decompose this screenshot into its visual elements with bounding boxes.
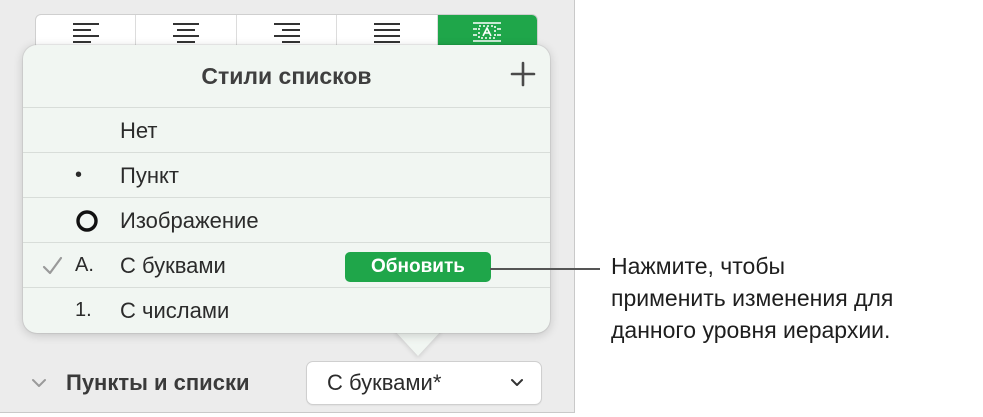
checkmark-icon xyxy=(42,256,63,275)
align-center-button[interactable] xyxy=(136,15,237,49)
callout-line xyxy=(490,268,600,270)
justify-button[interactable] xyxy=(337,15,438,49)
update-button[interactable]: Обновить xyxy=(345,252,491,282)
select-chevron-icon xyxy=(511,379,523,386)
list-styles-popover: Стили списков Нет • Пункт Изображение A.… xyxy=(23,45,550,333)
list-style-item-lettered[interactable]: A. С буквами Обновить xyxy=(23,242,550,287)
align-right-button[interactable] xyxy=(237,15,338,49)
list-style-item-none[interactable]: Нет xyxy=(23,107,550,152)
number-marker: 1. xyxy=(75,299,92,321)
plus-icon[interactable] xyxy=(508,59,538,89)
popover-title: Стили списков xyxy=(201,62,372,89)
format-sidebar: Стили списков Нет • Пункт Изображение A.… xyxy=(0,0,575,413)
align-right-icon xyxy=(273,23,300,43)
align-left-button[interactable] xyxy=(36,15,137,49)
list-style-select[interactable]: С буквами* xyxy=(306,361,542,405)
list-style-button[interactable] xyxy=(437,15,537,49)
letter-marker: A. xyxy=(75,254,94,276)
align-left-icon xyxy=(72,23,99,43)
bullet-marker: • xyxy=(75,164,83,186)
list-style-item-numbered[interactable]: 1. С числами xyxy=(23,287,550,332)
item-label: С буквами xyxy=(120,253,226,278)
callout-line-3: данного уровня иерархии. xyxy=(611,317,891,343)
callout-line-2: применить изменения для xyxy=(611,285,894,311)
callout-line-1: Нажмите, чтобы xyxy=(611,253,786,279)
circle-image-icon xyxy=(76,210,98,232)
selected-style: С буквами* xyxy=(327,370,442,395)
item-label: Пункт xyxy=(120,163,179,188)
item-label: С числами xyxy=(120,298,230,323)
align-center-icon xyxy=(173,23,200,43)
item-label: Изображение xyxy=(120,208,259,233)
list-style-item-image[interactable]: Изображение xyxy=(23,197,550,242)
callout-text: Нажмите, чтобы применить изменения для д… xyxy=(611,250,976,346)
item-label: Нет xyxy=(120,118,158,143)
list-style-item-bullet[interactable]: • Пункт xyxy=(23,152,550,197)
item-marker xyxy=(67,108,117,153)
justify-icon xyxy=(373,23,400,43)
chevron-down-icon[interactable] xyxy=(30,374,48,392)
bullets-and-lists-label: Пункты и списки xyxy=(66,370,250,395)
popover-arrow xyxy=(394,330,442,356)
list-style-icon xyxy=(473,22,502,42)
